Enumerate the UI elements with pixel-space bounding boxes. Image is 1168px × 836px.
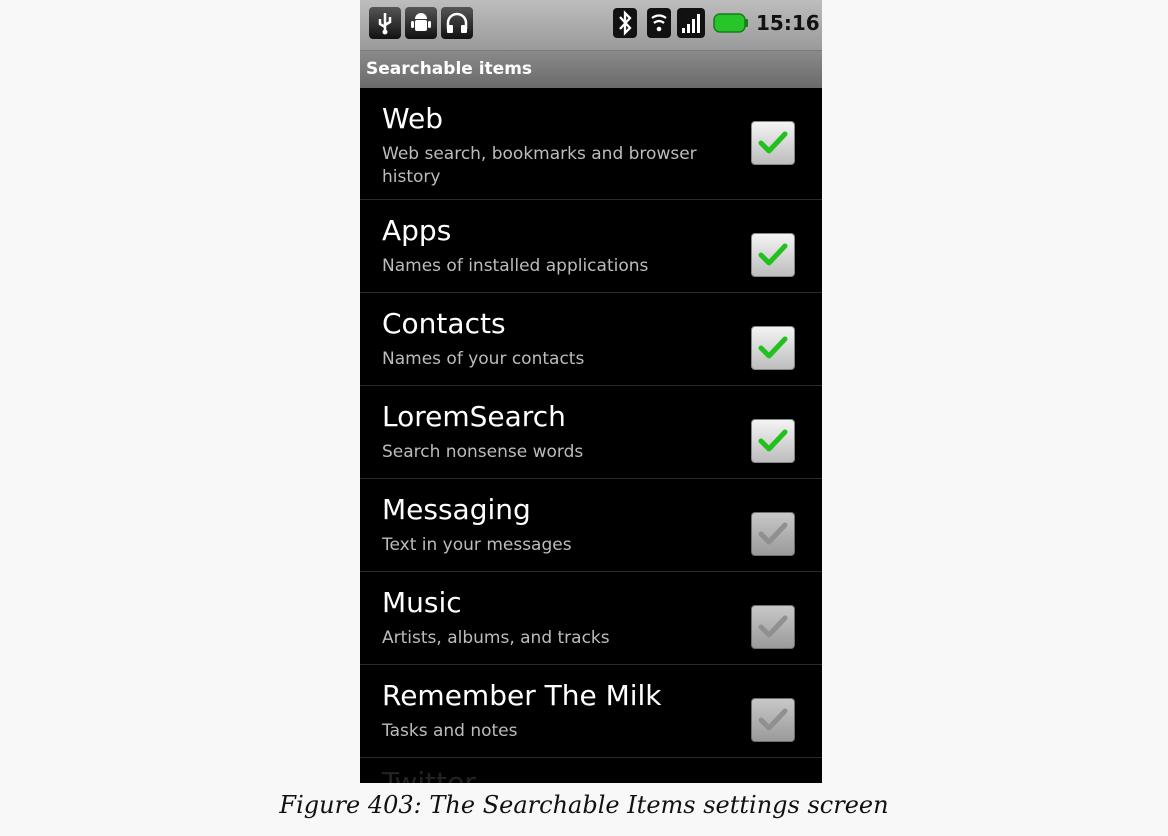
list-item[interactable]: Contacts Names of your contacts <box>360 293 822 386</box>
battery-icon <box>712 7 750 39</box>
bluetooth-icon <box>609 7 641 39</box>
list-item-subtitle: Search nonsense words <box>382 442 584 462</box>
checkmark-icon <box>758 336 788 359</box>
checkbox[interactable] <box>751 419 795 463</box>
list-item-title: Web <box>382 102 444 135</box>
title-bar: Searchable items <box>360 51 822 88</box>
android-debug-icon <box>405 7 437 39</box>
list-item-subtitle: Names of your contacts <box>382 349 585 369</box>
checkbox[interactable] <box>751 605 795 649</box>
list-item-title: LoremSearch <box>382 400 566 433</box>
checkbox[interactable] <box>751 326 795 370</box>
searchable-items-list: Web Web search, bookmarks and browser his… <box>360 88 822 758</box>
list-item-title: Contacts <box>382 307 506 340</box>
figure-caption: Figure 403: The Searchable Items setting… <box>279 791 889 819</box>
list-item[interactable]: Remember The Milk Tasks and notes <box>360 665 822 758</box>
status-bar: 15:16 <box>360 0 822 51</box>
screen-title: Searchable items <box>366 59 533 79</box>
checkmark-icon <box>758 708 788 731</box>
list-item-subtitle: Web search, bookmarks and browser histor… <box>382 144 697 187</box>
list-item-title: Remember The Milk <box>382 679 662 712</box>
checkbox[interactable] <box>751 698 795 742</box>
checkmark-icon <box>758 615 788 638</box>
list-item-subtitle: Artists, albums, and tracks <box>382 628 610 648</box>
list-item[interactable]: LoremSearch Search nonsense words <box>360 386 822 479</box>
list-item[interactable]: Messaging Text in your messages <box>360 479 822 572</box>
partially-hidden-list-item: Twitter <box>382 766 476 783</box>
list-item[interactable]: Music Artists, albums, and tracks <box>360 572 822 665</box>
list-item-title: Music <box>382 586 462 619</box>
signal-icon <box>675 7 707 39</box>
checkbox[interactable] <box>751 233 795 277</box>
usb-icon <box>369 7 401 39</box>
headset-icon <box>441 7 473 39</box>
list-item-subtitle: Names of installed applications <box>382 256 649 276</box>
list-item-subtitle: Text in your messages <box>382 535 572 555</box>
phone-screen: 15:16 Searchable items Web Web search, bo… <box>360 0 822 783</box>
wifi-icon <box>643 7 675 39</box>
checkmark-icon <box>758 131 788 154</box>
status-time: 15:16 <box>756 11 820 35</box>
checkmark-icon <box>758 522 788 545</box>
list-item-title: Messaging <box>382 493 531 526</box>
checkmark-icon <box>758 243 788 266</box>
checkmark-icon <box>758 429 788 452</box>
list-item-subtitle: Tasks and notes <box>382 721 518 741</box>
list-item[interactable]: Web Web search, bookmarks and browser his… <box>360 88 822 200</box>
list-item-title: Apps <box>382 214 452 247</box>
checkbox[interactable] <box>751 512 795 556</box>
list-item[interactable]: Apps Names of installed applications <box>360 200 822 293</box>
checkbox[interactable] <box>751 121 795 165</box>
